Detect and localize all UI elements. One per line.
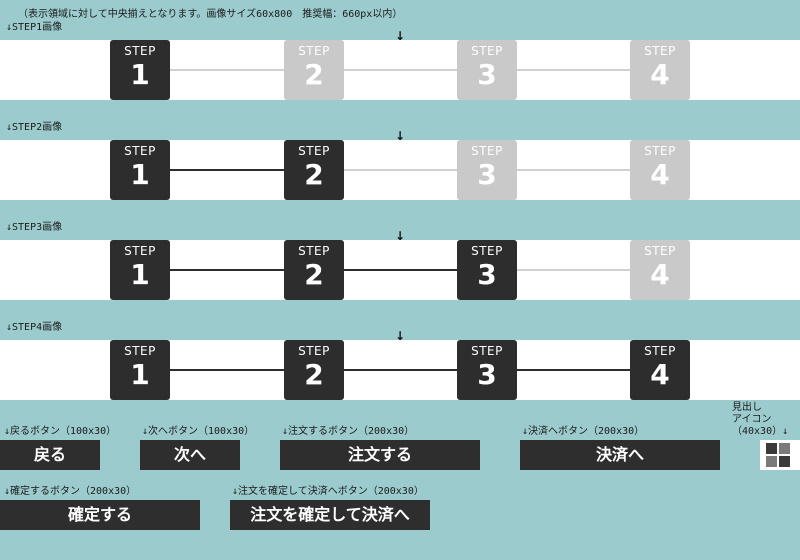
step-number: 4: [650, 358, 670, 391]
step-connector: [517, 169, 630, 171]
step-word: STEP: [298, 44, 330, 58]
step-connector: [344, 369, 457, 371]
step-number: 2: [304, 58, 324, 91]
confirm-pay-button-note: ↓注文を確定して決済へボタン（200x30）: [232, 486, 424, 497]
step-box: STEP 3: [457, 40, 517, 100]
step-band: STEP 1 STEP 2 STEP 3 STEP 4: [0, 40, 800, 100]
step-box: STEP 2: [284, 40, 344, 100]
heading-icon-box: [760, 440, 800, 470]
step-box: STEP 3: [457, 140, 517, 200]
order-button[interactable]: 注文する: [280, 440, 480, 470]
step-number: 2: [304, 258, 324, 291]
step-number: 3: [477, 58, 497, 91]
step-box: STEP 2: [284, 240, 344, 300]
payment-button-note: ↓決済へボタン（200x30）: [522, 426, 645, 437]
step-number: 2: [304, 358, 324, 391]
step-word: STEP: [471, 344, 503, 358]
step-box: STEP 3: [457, 240, 517, 300]
step-connector: [344, 169, 457, 171]
next-button-note: ↓次へボタン（100x30）: [142, 426, 255, 437]
step-word: STEP: [644, 44, 676, 58]
heading-icon-note-3: （40x30）↓: [732, 426, 789, 437]
step-number: 3: [477, 158, 497, 191]
step-box: STEP 2: [284, 340, 344, 400]
confirm-button[interactable]: 確定する: [0, 500, 200, 530]
step-word: STEP: [644, 244, 676, 258]
step-number: 3: [477, 258, 497, 291]
back-button-note: ↓戻るボタン（100x30）: [4, 426, 117, 437]
row-label-step3: ↓STEP3画像: [6, 222, 63, 233]
step-word: STEP: [644, 344, 676, 358]
step-word: STEP: [298, 244, 330, 258]
step-connector: [170, 69, 284, 71]
step-box: STEP 4: [630, 340, 690, 400]
order-button-note: ↓注文するボタン（200x30）: [282, 426, 415, 437]
step-box: STEP 1: [110, 340, 170, 400]
step-word: STEP: [124, 244, 156, 258]
next-button[interactable]: 次へ: [140, 440, 240, 470]
step-box: STEP 3: [457, 340, 517, 400]
step-number: 4: [650, 158, 670, 191]
step-box: STEP 4: [630, 40, 690, 100]
step-connector: [344, 69, 457, 71]
row-label-step1: ↓STEP1画像: [6, 22, 63, 33]
step-word: STEP: [644, 144, 676, 158]
step-number: 4: [650, 58, 670, 91]
step-word: STEP: [471, 44, 503, 58]
heading-icon-note-1: 見出し: [732, 402, 762, 413]
step-number: 1: [130, 158, 150, 191]
step-word: STEP: [124, 44, 156, 58]
step-word: STEP: [298, 344, 330, 358]
step-word: STEP: [471, 144, 503, 158]
header-note: （表示領域に対して中央揃えとなります。画像サイズ60x800 推奨幅：660px…: [18, 9, 403, 20]
step-connector: [344, 269, 457, 271]
step-connector: [517, 269, 630, 271]
step-number: 3: [477, 358, 497, 391]
payment-button[interactable]: 決済へ: [520, 440, 720, 470]
step-box: STEP 1: [110, 140, 170, 200]
step-number: 4: [650, 258, 670, 291]
step-band: STEP 1 STEP 2 STEP 3 STEP 4: [0, 140, 800, 200]
step-box: STEP 1: [110, 40, 170, 100]
step-box: STEP 2: [284, 140, 344, 200]
step-word: STEP: [471, 244, 503, 258]
step-word: STEP: [124, 144, 156, 158]
step-number: 1: [130, 58, 150, 91]
step-connector: [170, 269, 284, 271]
row-label-step2: ↓STEP2画像: [6, 122, 63, 133]
step-connector: [517, 69, 630, 71]
step-word: STEP: [298, 144, 330, 158]
back-button[interactable]: 戻る: [0, 440, 100, 470]
step-number: 2: [304, 158, 324, 191]
heading-icon-note-2: アイコン: [732, 414, 772, 425]
step-box: STEP 4: [630, 140, 690, 200]
step-band: STEP 1 STEP 2 STEP 3 STEP 4: [0, 340, 800, 400]
step-word: STEP: [124, 344, 156, 358]
step-number: 1: [130, 258, 150, 291]
row-label-step4: ↓STEP4画像: [6, 322, 63, 333]
confirm-pay-button[interactable]: 注文を確定して決済へ: [230, 500, 430, 530]
step-box: STEP 1: [110, 240, 170, 300]
step-connector: [170, 169, 284, 171]
step-connector: [517, 369, 630, 371]
step-number: 1: [130, 358, 150, 391]
step-band: STEP 1 STEP 2 STEP 3 STEP 4: [0, 240, 800, 300]
step-box: STEP 4: [630, 240, 690, 300]
confirm-button-note: ↓確定するボタン（200x30）: [4, 486, 137, 497]
square-grid-icon: [766, 443, 790, 467]
step-connector: [170, 369, 284, 371]
